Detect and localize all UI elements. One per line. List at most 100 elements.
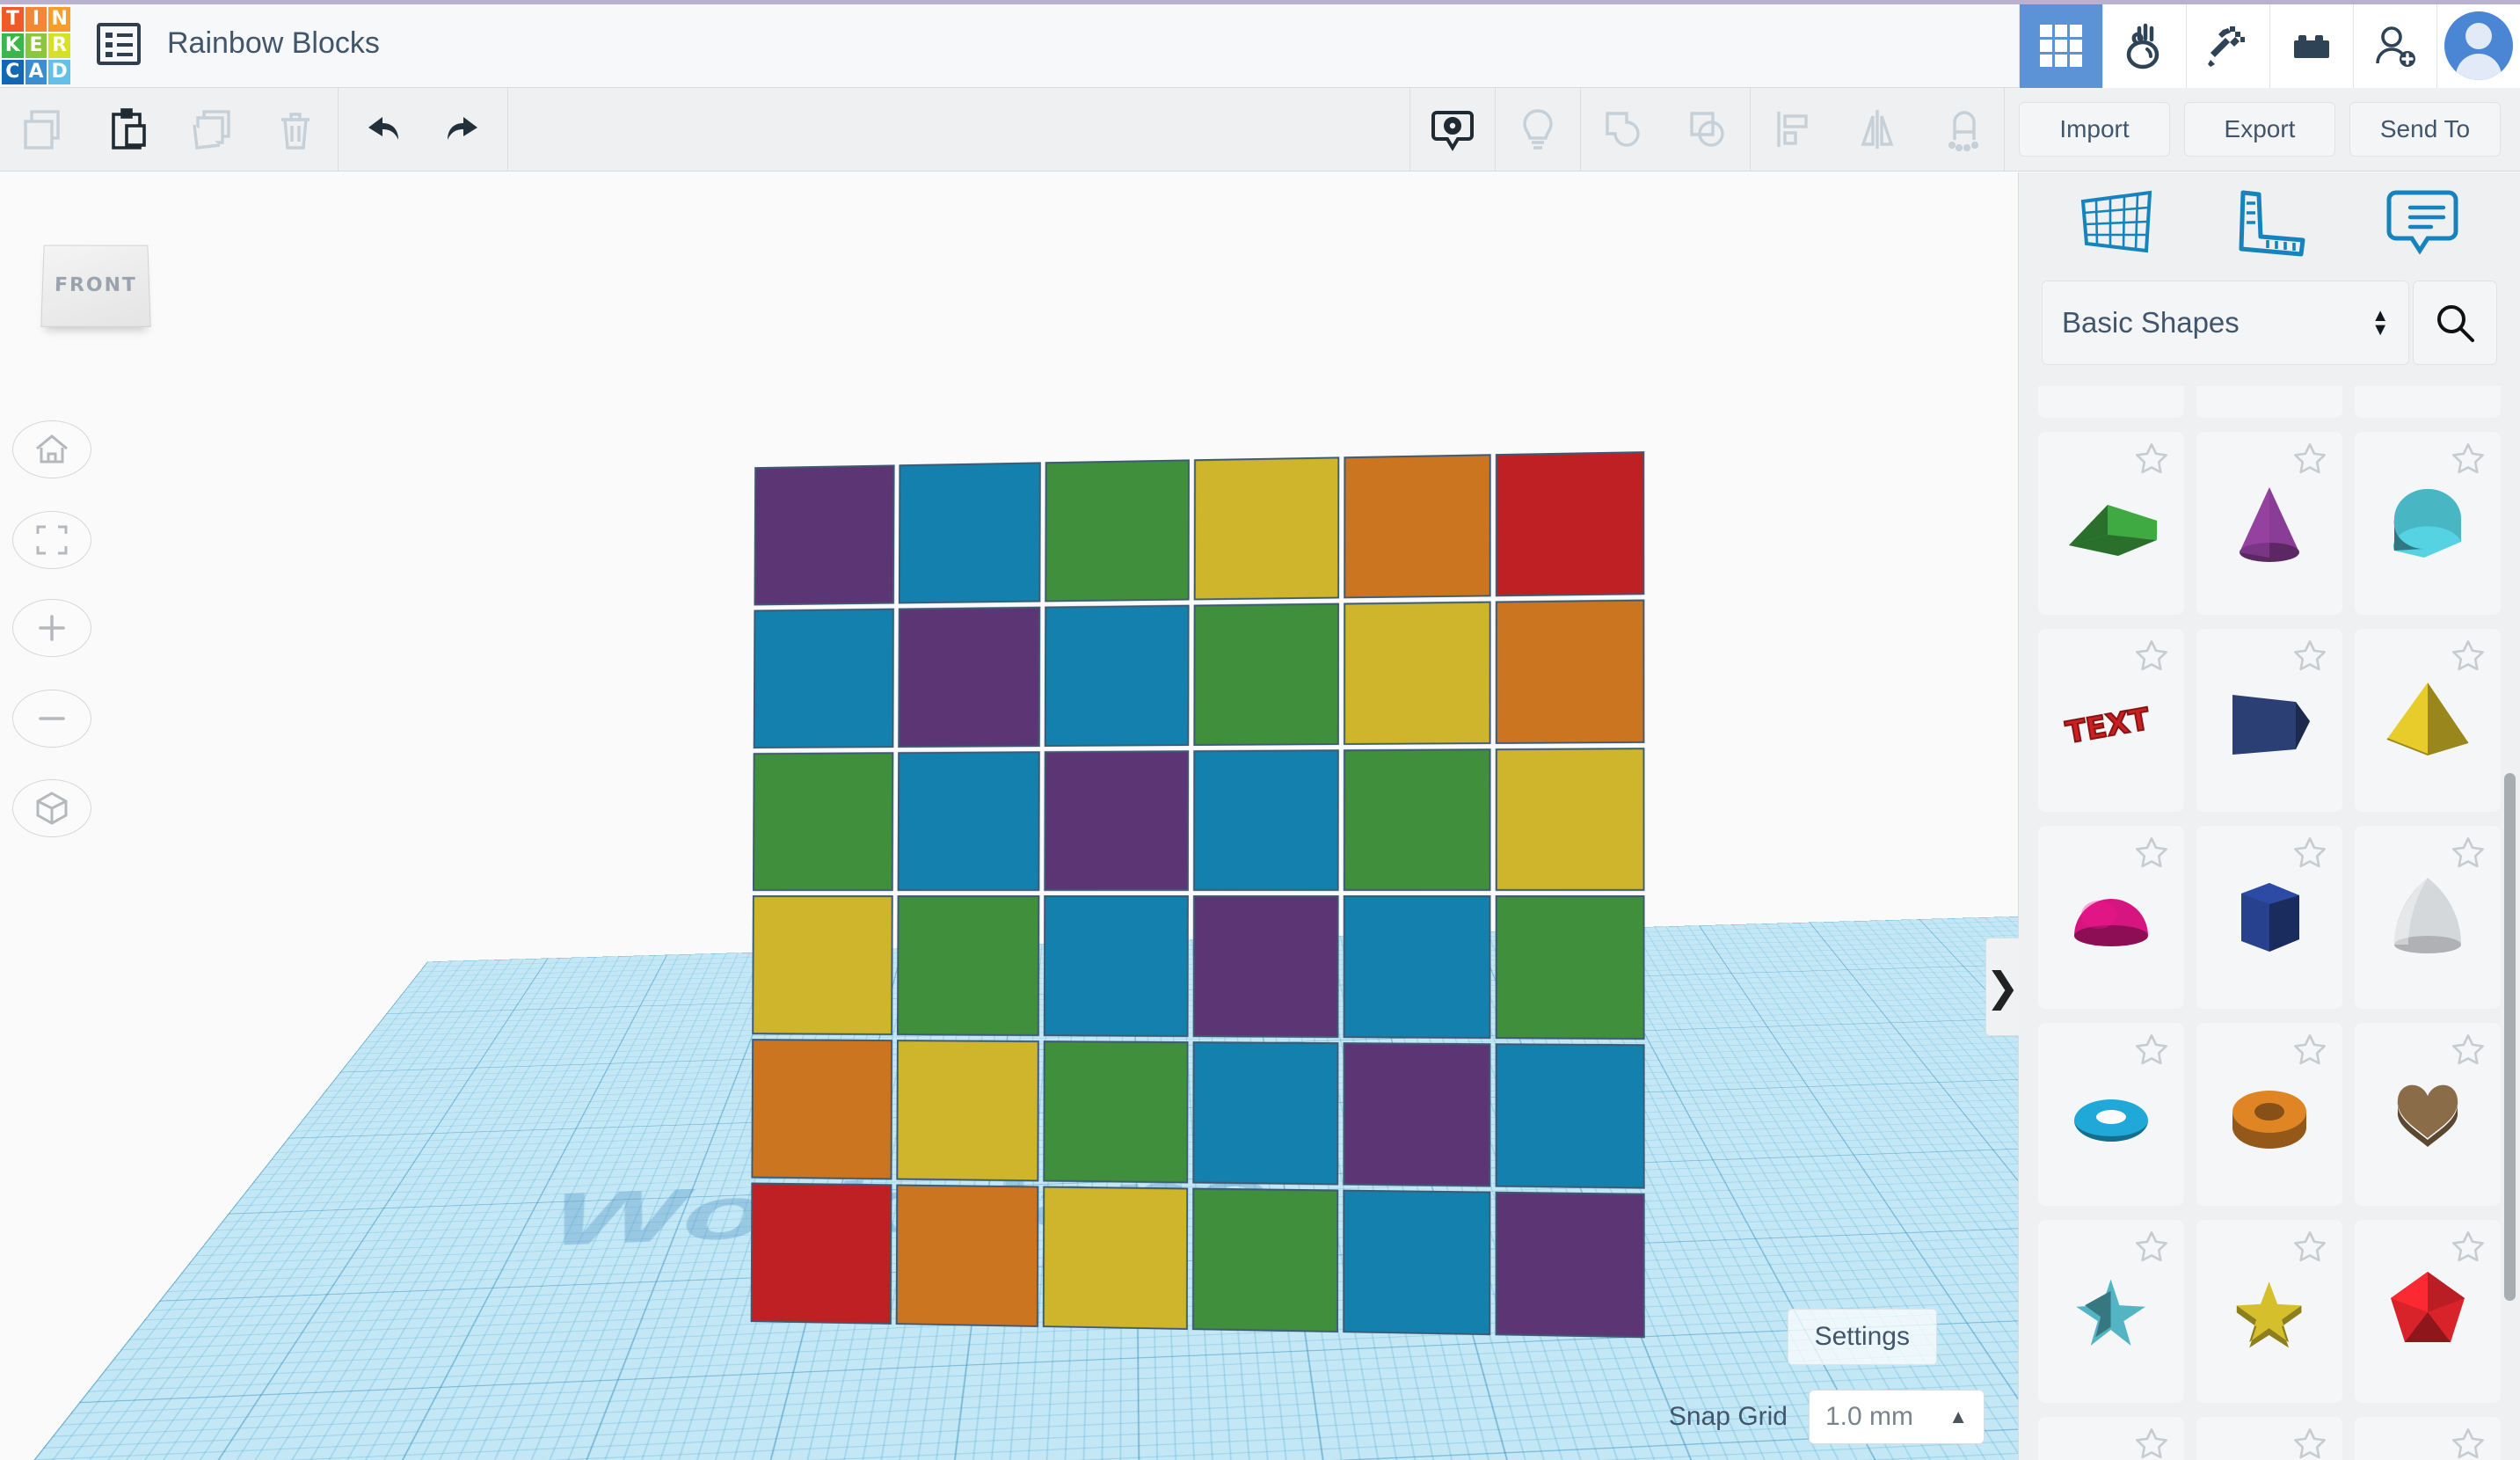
lego-brick-icon[interactable] [2269, 4, 2353, 88]
block-r5-c1[interactable] [751, 1039, 892, 1179]
panel-collapse-handle[interactable]: ❯ [1985, 938, 2019, 1036]
favorite-star-icon[interactable] [2450, 1426, 2487, 1460]
shape-category-select[interactable]: Basic Shapes ▲▼ [2042, 281, 2409, 365]
paste-icon[interactable] [84, 88, 169, 171]
favorite-star-icon[interactable] [2450, 638, 2487, 675]
favorite-star-icon[interactable] [2450, 441, 2487, 478]
ruler-icon[interactable] [2221, 175, 2318, 272]
favorite-star-icon[interactable] [2291, 1229, 2328, 1266]
block-r2-c1[interactable] [754, 608, 894, 748]
block-r1-c6[interactable] [1496, 451, 1645, 596]
shape-paraboloid[interactable] [2355, 826, 2501, 1009]
block-r2-c2[interactable] [898, 606, 1040, 747]
shape-hexagonal-prism[interactable] [2196, 826, 2342, 1009]
duplicate-icon[interactable] [169, 88, 253, 171]
block-r1-c2[interactable] [899, 462, 1041, 603]
block-r1-c5[interactable] [1344, 454, 1491, 598]
block-r5-c3[interactable] [1044, 1040, 1189, 1183]
shape-polyhedron[interactable] [2355, 1220, 2501, 1403]
search-button[interactable] [2413, 281, 2497, 365]
shape-placeholder-b[interactable] [2196, 386, 2342, 418]
avatar[interactable] [2436, 4, 2520, 88]
lightbulb-icon[interactable] [1496, 88, 1580, 171]
block-r6-c6[interactable] [1495, 1192, 1645, 1339]
shape-heart[interactable] [2355, 1023, 2501, 1206]
favorite-star-icon[interactable] [2291, 638, 2328, 675]
block-r5-c5[interactable] [1343, 1043, 1490, 1187]
block-r5-c4[interactable] [1192, 1041, 1338, 1185]
design-viewport[interactable]: Workplane FRONT Settings Snap Grid [0, 172, 2018, 1460]
block-r1-c1[interactable] [754, 464, 894, 605]
favorite-star-icon[interactable] [2291, 1032, 2328, 1069]
shape-pyramid[interactable] [2355, 629, 2501, 812]
block-r4-c1[interactable] [752, 895, 893, 1035]
magnet-snap-icon[interactable] [1919, 88, 2004, 171]
shape-star-flat[interactable] [2196, 1220, 2342, 1403]
shape-gem[interactable] [2355, 1417, 2501, 1460]
shape-cone[interactable] [2196, 432, 2342, 615]
snap-grid-select[interactable]: 1.0 mm ▲ [1809, 1390, 1985, 1444]
block-r2-c4[interactable] [1193, 602, 1339, 745]
favorite-star-icon[interactable] [2133, 1032, 2170, 1069]
mirror-icon[interactable] [1835, 88, 1919, 171]
delete-icon[interactable] [253, 88, 338, 171]
view-cube[interactable]: FRONT [40, 245, 150, 327]
block-r4-c4[interactable] [1192, 895, 1338, 1038]
shape-star-3d[interactable] [2038, 1220, 2184, 1403]
import-button[interactable]: Import [2019, 102, 2170, 157]
block-r6-c1[interactable] [751, 1183, 892, 1325]
ortho-perspective-icon[interactable] [12, 779, 91, 837]
redo-icon[interactable] [423, 88, 507, 171]
favorite-star-icon[interactable] [2450, 1032, 2487, 1069]
block-r3-c2[interactable] [898, 751, 1040, 892]
bricks-hand-icon[interactable] [2102, 4, 2186, 88]
block-r4-c3[interactable] [1044, 895, 1188, 1037]
grid-blocks-icon[interactable] [2019, 4, 2102, 88]
workplane-icon[interactable] [2068, 175, 2165, 272]
pickaxe-icon[interactable] [2186, 4, 2269, 88]
favorite-star-icon[interactable] [2450, 835, 2487, 872]
block-r1-c3[interactable] [1045, 459, 1190, 602]
note-icon[interactable] [2374, 175, 2471, 272]
align-icon[interactable] [1751, 88, 1835, 171]
shape-ring[interactable] [2038, 1417, 2184, 1460]
block-r3-c5[interactable] [1343, 748, 1490, 892]
block-r5-c2[interactable] [897, 1040, 1040, 1181]
favorite-star-icon[interactable] [2450, 1229, 2487, 1266]
zoom-in-icon[interactable] [12, 599, 91, 657]
favorite-star-icon[interactable] [2291, 1426, 2328, 1460]
block-r6-c2[interactable] [896, 1185, 1039, 1327]
group-icon[interactable] [1581, 88, 1665, 171]
export-button[interactable]: Export [2184, 102, 2335, 157]
shape-box-wedge[interactable] [2196, 629, 2342, 812]
block-r4-c6[interactable] [1495, 896, 1644, 1040]
shape-dome[interactable] [2038, 826, 2184, 1009]
send-to-button[interactable]: Send To [2349, 102, 2501, 157]
favorite-star-icon[interactable] [2133, 835, 2170, 872]
favorite-star-icon[interactable] [2133, 441, 2170, 478]
shape-text[interactable]: TEXT [2038, 629, 2184, 812]
favorite-star-icon[interactable] [2291, 835, 2328, 872]
block-r2-c5[interactable] [1344, 601, 1491, 744]
zoom-out-icon[interactable] [12, 690, 91, 748]
block-r2-c3[interactable] [1045, 604, 1189, 746]
block-r3-c1[interactable] [753, 752, 894, 892]
settings-button[interactable]: Settings [1788, 1309, 1937, 1365]
shape-placeholder-a[interactable] [2038, 386, 2184, 418]
rainbow-block-wall[interactable] [751, 451, 1645, 1338]
shape-torus[interactable] [2038, 1023, 2184, 1206]
project-list-icon[interactable] [97, 23, 141, 65]
undo-icon[interactable] [339, 88, 423, 171]
block-r5-c6[interactable] [1495, 1044, 1644, 1189]
favorite-star-icon[interactable] [2133, 1426, 2170, 1460]
shape-half-cylinder[interactable] [2355, 432, 2501, 615]
block-r4-c5[interactable] [1343, 895, 1490, 1039]
block-r6-c3[interactable] [1043, 1186, 1188, 1330]
copy-icon[interactable] [0, 88, 84, 171]
note-icon[interactable] [1410, 88, 1495, 171]
block-r3-c6[interactable] [1496, 748, 1645, 892]
block-r3-c3[interactable] [1045, 750, 1189, 892]
add-person-icon[interactable] [2353, 4, 2436, 88]
shape-wedge[interactable] [2038, 432, 2184, 615]
favorite-star-icon[interactable] [2291, 441, 2328, 478]
